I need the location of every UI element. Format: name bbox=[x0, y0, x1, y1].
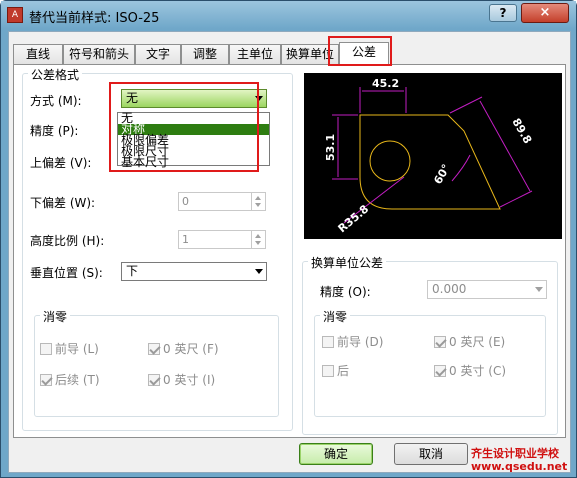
app-icon: A bbox=[7, 7, 23, 23]
alternate-tolerance-title: 换算单位公差 bbox=[308, 254, 387, 271]
trailing-label: 后续 (T) bbox=[55, 373, 100, 387]
alt-trailing-checkbox[interactable]: 后 bbox=[322, 364, 349, 378]
window-title: 替代当前样式: ISO-25 bbox=[29, 11, 160, 26]
vertical-position-label: 垂直位置 (S): bbox=[30, 266, 103, 280]
alt-precision-value: 0.000 bbox=[432, 282, 467, 296]
chevron-down-icon[interactable] bbox=[535, 287, 543, 292]
dimension-preview-drawing: 45.2 53.1 89.8 60° R35.8 bbox=[324, 77, 534, 235]
checkbox-box[interactable] bbox=[322, 336, 334, 348]
alt-trailing-label: 后 bbox=[337, 364, 350, 378]
height-scale-label: 高度比例 (H): bbox=[30, 234, 105, 248]
tab-tolerances[interactable]: 公差 bbox=[339, 42, 389, 65]
alt-leading-label: 前导 (D) bbox=[337, 335, 384, 349]
upper-deviation-label: 上偏差 (V): bbox=[30, 156, 92, 170]
method-dropdown-list: 无 对称 极限偏差 极限尺寸 基本尺寸 bbox=[117, 112, 270, 168]
arrow-down-icon[interactable] bbox=[255, 203, 261, 207]
option-basic[interactable]: 基本尺寸 bbox=[118, 156, 269, 168]
lower-deviation-input[interactable]: 0 bbox=[178, 192, 266, 211]
chevron-down-icon[interactable] bbox=[255, 269, 263, 274]
alt-zero-suppression-title: 消零 bbox=[320, 308, 351, 325]
ok-button[interactable]: 确定 bbox=[299, 443, 373, 465]
feet-label: 0 英尺 (F) bbox=[163, 342, 219, 356]
watermark-url: www.qsedu.net bbox=[471, 460, 568, 473]
dialog-window: A 替代当前样式: ISO-25 ? × 直线 符号和箭头 文字 调整 主单位 … bbox=[0, 0, 577, 478]
trailing-checkbox[interactable]: 后续 (T) bbox=[40, 373, 100, 387]
checkbox-box[interactable] bbox=[40, 374, 52, 386]
checkbox-box[interactable] bbox=[40, 343, 52, 355]
alt-inches-checkbox[interactable]: 0 英寸 (C) bbox=[434, 364, 506, 378]
checkbox-box[interactable] bbox=[434, 365, 446, 377]
alt-inches-label: 0 英寸 (C) bbox=[449, 364, 507, 378]
alt-leading-checkbox[interactable]: 前导 (D) bbox=[322, 335, 383, 349]
method-label: 方式 (M): bbox=[30, 94, 82, 108]
dim-vertical: 53.1 bbox=[324, 134, 337, 161]
arrow-up-icon[interactable] bbox=[255, 196, 261, 200]
zero-suppression-group bbox=[34, 315, 279, 417]
title-bar: A 替代当前样式: ISO-25 ? × bbox=[1, 1, 576, 29]
inches-label: 0 英寸 (I) bbox=[163, 373, 216, 387]
alt-feet-label: 0 英尺 (E) bbox=[449, 335, 506, 349]
dim-radius: R35.8 bbox=[336, 202, 372, 235]
tolerances-panel: 公差格式 方式 (M): 无 精度 (P): 上偏差 (V): 下偏差 (W):… bbox=[13, 64, 566, 438]
checkbox-box[interactable] bbox=[148, 343, 160, 355]
dim-angle: 60° bbox=[431, 162, 453, 187]
tab-lines[interactable]: 直线 bbox=[13, 44, 63, 64]
lower-deviation-label: 下偏差 (W): bbox=[30, 196, 96, 210]
dim-horizontal: 45.2 bbox=[372, 77, 399, 90]
alt-precision-select[interactable]: 0.000 bbox=[427, 280, 547, 299]
checkbox-box[interactable] bbox=[322, 365, 334, 377]
help-button[interactable]: ? bbox=[489, 4, 517, 22]
checkbox-box[interactable] bbox=[148, 374, 160, 386]
vertical-position-value: 下 bbox=[126, 264, 139, 278]
chevron-down-icon[interactable] bbox=[255, 96, 263, 101]
dim-slanted: 89.8 bbox=[509, 116, 534, 146]
tab-primary-units[interactable]: 主单位 bbox=[229, 44, 281, 64]
inches-checkbox[interactable]: 0 英寸 (I) bbox=[148, 373, 215, 387]
alt-precision-label: 精度 (O): bbox=[320, 285, 371, 299]
height-scale-value: 1 bbox=[182, 233, 189, 246]
method-value: 无 bbox=[126, 91, 139, 105]
leading-checkbox[interactable]: 前导 (L) bbox=[40, 342, 99, 356]
watermark-school: 齐生设计职业学校 bbox=[471, 447, 559, 460]
close-button[interactable]: × bbox=[521, 3, 569, 23]
arrow-down-icon[interactable] bbox=[255, 241, 261, 245]
tab-alternate-units[interactable]: 换算单位 bbox=[281, 44, 339, 64]
feet-checkbox[interactable]: 0 英尺 (F) bbox=[148, 342, 219, 356]
method-select[interactable]: 无 bbox=[121, 89, 267, 108]
zero-suppression-title: 消零 bbox=[40, 308, 71, 325]
spinner-buttons[interactable] bbox=[251, 193, 265, 210]
checkbox-box[interactable] bbox=[434, 336, 446, 348]
tab-text[interactable]: 文字 bbox=[135, 44, 181, 64]
preview-image: 45.2 53.1 89.8 60° R35.8 bbox=[304, 73, 562, 239]
tab-symbols-arrows[interactable]: 符号和箭头 bbox=[63, 44, 135, 64]
precision-label: 精度 (P): bbox=[30, 124, 79, 138]
tolerance-format-title: 公差格式 bbox=[28, 66, 83, 83]
vertical-position-select[interactable]: 下 bbox=[121, 262, 267, 281]
lower-deviation-value: 0 bbox=[182, 195, 189, 208]
dialog-body: 直线 符号和箭头 文字 调整 主单位 换算单位 公差 公差格式 方式 (M): … bbox=[8, 31, 571, 473]
tab-fit[interactable]: 调整 bbox=[181, 44, 229, 64]
arrow-up-icon[interactable] bbox=[255, 234, 261, 238]
leading-label: 前导 (L) bbox=[55, 342, 99, 356]
spinner-buttons[interactable] bbox=[251, 231, 265, 248]
cancel-button[interactable]: 取消 bbox=[394, 443, 468, 465]
alt-feet-checkbox[interactable]: 0 英尺 (E) bbox=[434, 335, 505, 349]
height-scale-input[interactable]: 1 bbox=[178, 230, 266, 249]
